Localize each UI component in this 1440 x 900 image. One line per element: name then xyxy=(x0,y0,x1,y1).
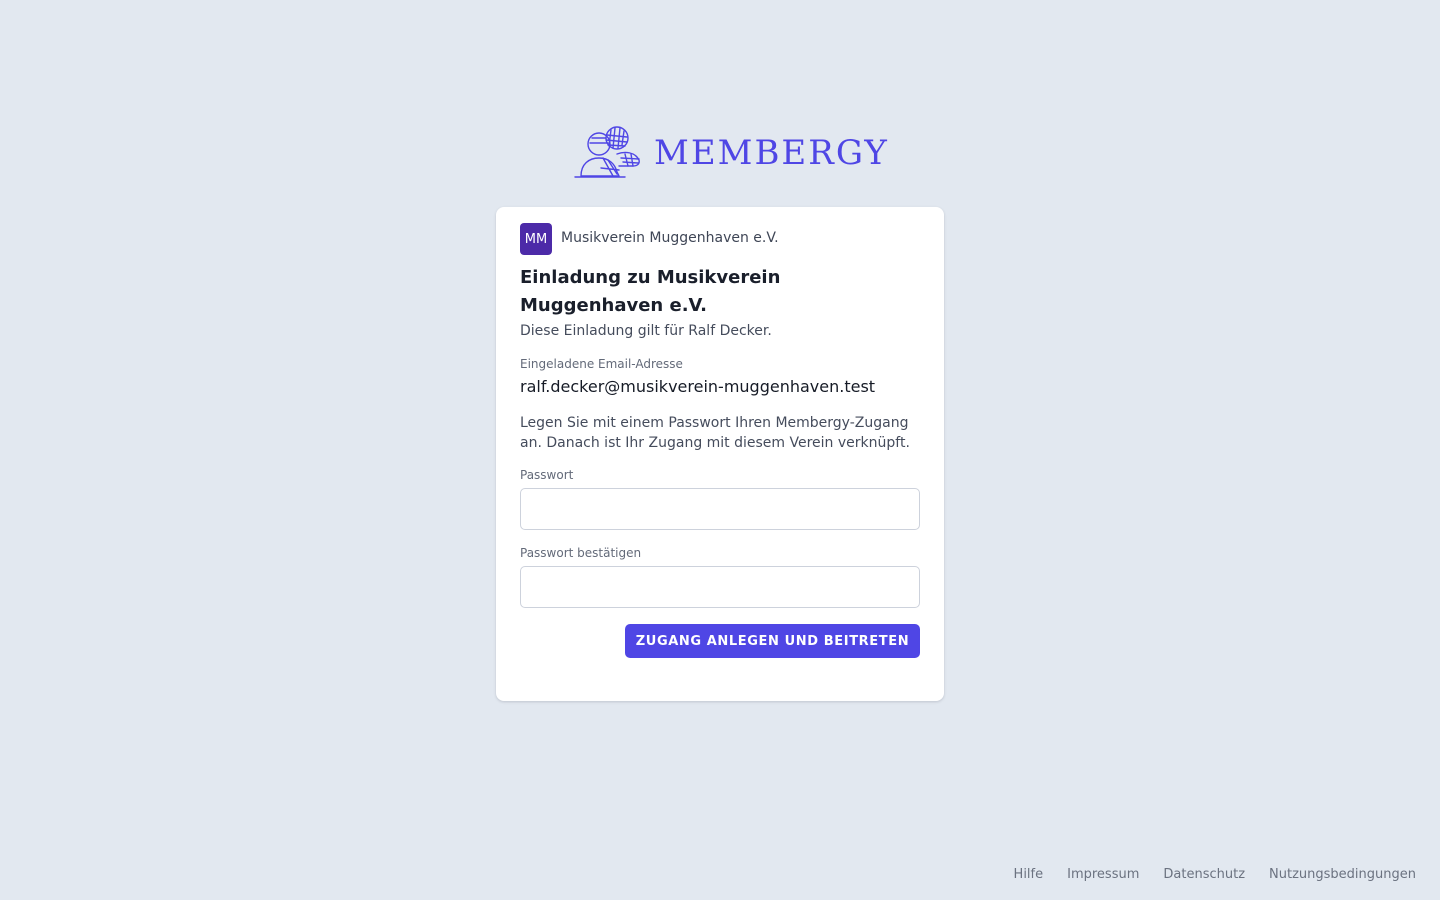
organization-header: MM Musikverein Muggenhaven e.V. xyxy=(520,223,920,255)
organization-avatar: MM xyxy=(520,223,552,255)
page-title: Einladung zu Musikverein Muggenhaven e.V… xyxy=(520,267,781,316)
footer-link-help[interactable]: Hilfe xyxy=(1014,866,1044,884)
invited-email-value: ralf.decker@musikverein-muggenhaven.test xyxy=(520,377,876,396)
organization-name: Musikverein Muggenhaven e.V. xyxy=(561,230,779,246)
password-input[interactable] xyxy=(520,488,920,530)
invite-info-text: Legen Sie mit einem Passwort Ihren Membe… xyxy=(520,415,910,451)
password-label: Passwort xyxy=(520,468,574,482)
members-icon xyxy=(574,126,640,178)
password-confirm-label: Passwort bestätigen xyxy=(520,546,642,560)
page: MEMBERGY MM Musikverein Muggenhaven e.V.… xyxy=(0,0,1440,900)
footer-link-terms[interactable]: Nutzungsbedingungen xyxy=(1269,866,1416,884)
footer-links: Hilfe Impressum Datenschutz Nutzungsbedi… xyxy=(1014,866,1416,884)
create-account-join-button[interactable]: ZUGANG ANLEGEN UND BEITRETEN xyxy=(625,624,920,658)
invitation-card: MM Musikverein Muggenhaven e.V. Einladun… xyxy=(496,207,944,701)
footer-link-privacy[interactable]: Datenschutz xyxy=(1163,866,1245,884)
brand-wordmark: MEMBERGY xyxy=(654,133,889,173)
footer-link-imprint[interactable]: Impressum xyxy=(1067,866,1139,884)
brand-logo: MEMBERGY xyxy=(573,124,889,180)
invite-subtitle: Diese Einladung gilt für Ralf Decker. xyxy=(520,323,772,339)
invited-email-label: Eingeladene Email-Adresse xyxy=(520,357,683,371)
password-confirm-input[interactable] xyxy=(520,566,920,608)
form-actions: ZUGANG ANLEGEN UND BEITRETEN xyxy=(520,624,920,658)
